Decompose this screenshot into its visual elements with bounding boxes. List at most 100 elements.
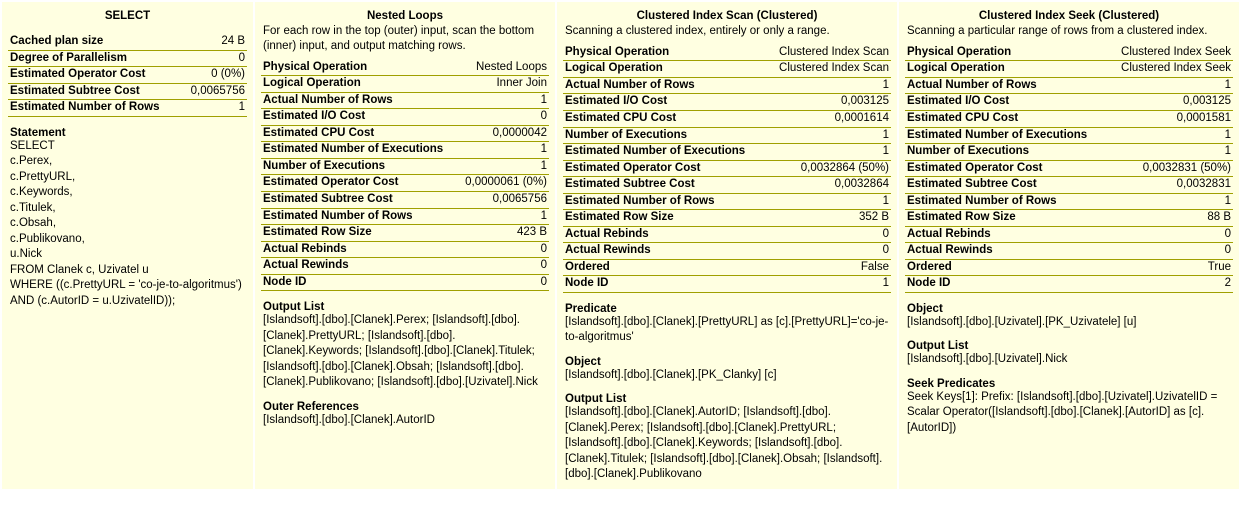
output-list-text: [Islandsoft].[dbo].[Uzivatel].Nick <box>905 352 1233 368</box>
property-label: Actual Rewinds <box>907 243 993 259</box>
property-row: Physical OperationNested Loops <box>261 60 549 77</box>
property-label: Physical Operation <box>907 45 1011 61</box>
property-label: Number of Executions <box>263 159 385 175</box>
seek-predicates-text: Seek Keys[1]: Prefix: [Islandsoft].[dbo]… <box>905 390 1233 437</box>
property-row: Estimated Number of Executions 1 <box>261 142 549 159</box>
property-value: 1 <box>541 142 547 158</box>
panel-clustered-index-seek: Clustered Index Seek (Clustered) Scannin… <box>899 2 1239 489</box>
property-label: Actual Number of Rows <box>907 78 1037 94</box>
property-value: 1 <box>1225 194 1231 210</box>
property-row: Actual Rebinds 0 <box>261 242 549 259</box>
predicate-text: [Islandsoft].[dbo].[Clanek].[PrettyURL] … <box>563 315 891 346</box>
property-label: Node ID <box>263 275 306 291</box>
property-row: Number of Executions1 <box>563 128 891 145</box>
property-label: Node ID <box>565 276 608 292</box>
property-value: 1 <box>883 194 889 210</box>
property-label: Estimated Subtree Cost <box>565 177 695 193</box>
property-label: Estimated Row Size <box>565 210 674 226</box>
property-row: Physical Operation Clustered Index Seek <box>905 45 1233 62</box>
property-value: 2 <box>1225 276 1231 292</box>
property-label: Estimated Operator Cost <box>10 67 145 83</box>
property-list: Physical OperationClustered Index SeekLo… <box>905 45 1233 293</box>
property-value: True <box>1208 260 1231 276</box>
property-row: Physical OperationClustered Index Scan <box>563 45 891 62</box>
property-label: Estimated Number of Rows <box>907 194 1057 210</box>
property-value: 0,0032864 <box>835 177 889 193</box>
panel-title: SELECT <box>8 6 247 24</box>
property-value: 0 <box>883 227 889 243</box>
property-label: Logical Operation <box>907 61 1005 77</box>
outer-references-text: [Islandsoft].[dbo].[Clanek].AutorID <box>261 413 549 429</box>
property-row: Estimated Operator Cost0,0032831 (50%) <box>905 161 1233 178</box>
property-label: Estimated Number of Executions <box>565 144 745 160</box>
property-value: False <box>861 260 889 276</box>
property-row: OrderedTrue <box>905 260 1233 277</box>
property-label: Estimated Number of Rows <box>263 209 413 225</box>
property-row: Estimated Number of Rows1 <box>261 209 549 226</box>
property-row: Actual Number of Rows1 <box>261 93 549 110</box>
property-label: Estimated Operator Cost <box>565 161 700 177</box>
property-row: Node ID1 <box>563 276 891 293</box>
property-label: Estimated I/O Cost <box>565 94 667 110</box>
property-value: 0,0065756 <box>493 192 547 208</box>
property-row: Estimated Subtree Cost0,0065756 <box>8 84 247 101</box>
property-value: Clustered Index Seek <box>1121 45 1231 61</box>
property-label: Estimated Operator Cost <box>263 175 398 191</box>
property-value: 0 <box>541 242 547 258</box>
property-label: Cached plan size <box>10 34 103 50</box>
property-value: 0,003125 <box>1183 94 1231 110</box>
property-label: Actual Rewinds <box>565 243 651 259</box>
property-label: Estimated Subtree Cost <box>263 192 393 208</box>
property-value: 0 <box>1225 227 1231 243</box>
statement-header: Statement <box>8 117 247 139</box>
property-value: 0,0000061 (0%) <box>465 175 547 191</box>
property-row: Node ID 0 <box>261 275 549 292</box>
property-row: Estimated Operator Cost0,0032864 (50%) <box>563 161 891 178</box>
property-row: Logical OperationClustered Index Seek <box>905 61 1233 78</box>
property-row: Estimated CPU Cost0,0001581 <box>905 111 1233 128</box>
property-label: Physical Operation <box>263 60 367 76</box>
property-value: 0,0065756 <box>191 84 245 100</box>
property-value: 0,0032831 (50%) <box>1143 161 1231 177</box>
property-list: Physical OperationNested LoopsLogical Op… <box>261 60 549 291</box>
property-label: Estimated Number of Executions <box>907 128 1087 144</box>
object-header: Object <box>905 293 1233 315</box>
property-value: 0 <box>541 275 547 291</box>
property-row: Actual Rewinds0 <box>905 243 1233 260</box>
property-label: Number of Executions <box>907 144 1029 160</box>
property-row: Estimated Number of Rows1 <box>8 100 247 117</box>
property-row: Degree of Parallelism0 <box>8 51 247 68</box>
property-value: 423 B <box>517 225 547 241</box>
property-label: Estimated Row Size <box>907 210 1016 226</box>
property-label: Number of Executions <box>565 128 687 144</box>
property-row: Estimated I/O Cost0 <box>261 109 549 126</box>
property-row: Estimated I/O Cost 0,003125 <box>905 94 1233 111</box>
property-label: Degree of Parallelism <box>10 51 127 67</box>
property-label: Estimated Number of Rows <box>565 194 715 210</box>
property-row: Number of Executions1 <box>905 144 1233 161</box>
property-row: Number of Executions 1 <box>261 159 549 176</box>
property-value: Clustered Index Scan <box>779 61 889 77</box>
property-row: Estimated Operator Cost 0,0000061 (0%) <box>261 175 549 192</box>
property-row: Estimated Row Size352 B <box>563 210 891 227</box>
property-value: 0,0000042 <box>493 126 547 142</box>
output-list-header: Output List <box>261 291 549 313</box>
property-label: Estimated Number of Executions <box>263 142 443 158</box>
property-label: Estimated I/O Cost <box>907 94 1009 110</box>
output-list-header: Output List <box>563 383 891 405</box>
property-label: Actual Rebinds <box>263 242 347 258</box>
property-value: 0 (0%) <box>211 67 245 83</box>
property-label: Estimated Subtree Cost <box>907 177 1037 193</box>
seek-predicates-header: Seek Predicates <box>905 368 1233 390</box>
property-value: 1 <box>541 159 547 175</box>
property-list: Cached plan size24 BDegree of Parallelis… <box>8 34 247 117</box>
tooltip-panels: SELECT Cached plan size24 BDegree of Par… <box>0 0 1243 491</box>
property-value: 1 <box>1225 128 1231 144</box>
property-row: Actual Rewinds0 <box>563 243 891 260</box>
property-label: Actual Number of Rows <box>565 78 695 94</box>
property-row: Estimated Number of Rows 1 <box>905 194 1233 211</box>
property-row: Estimated Number of Rows 1 <box>563 194 891 211</box>
property-value: 24 B <box>221 34 245 50</box>
property-row: Estimated Row Size423 B <box>261 225 549 242</box>
property-value: 0 <box>541 109 547 125</box>
